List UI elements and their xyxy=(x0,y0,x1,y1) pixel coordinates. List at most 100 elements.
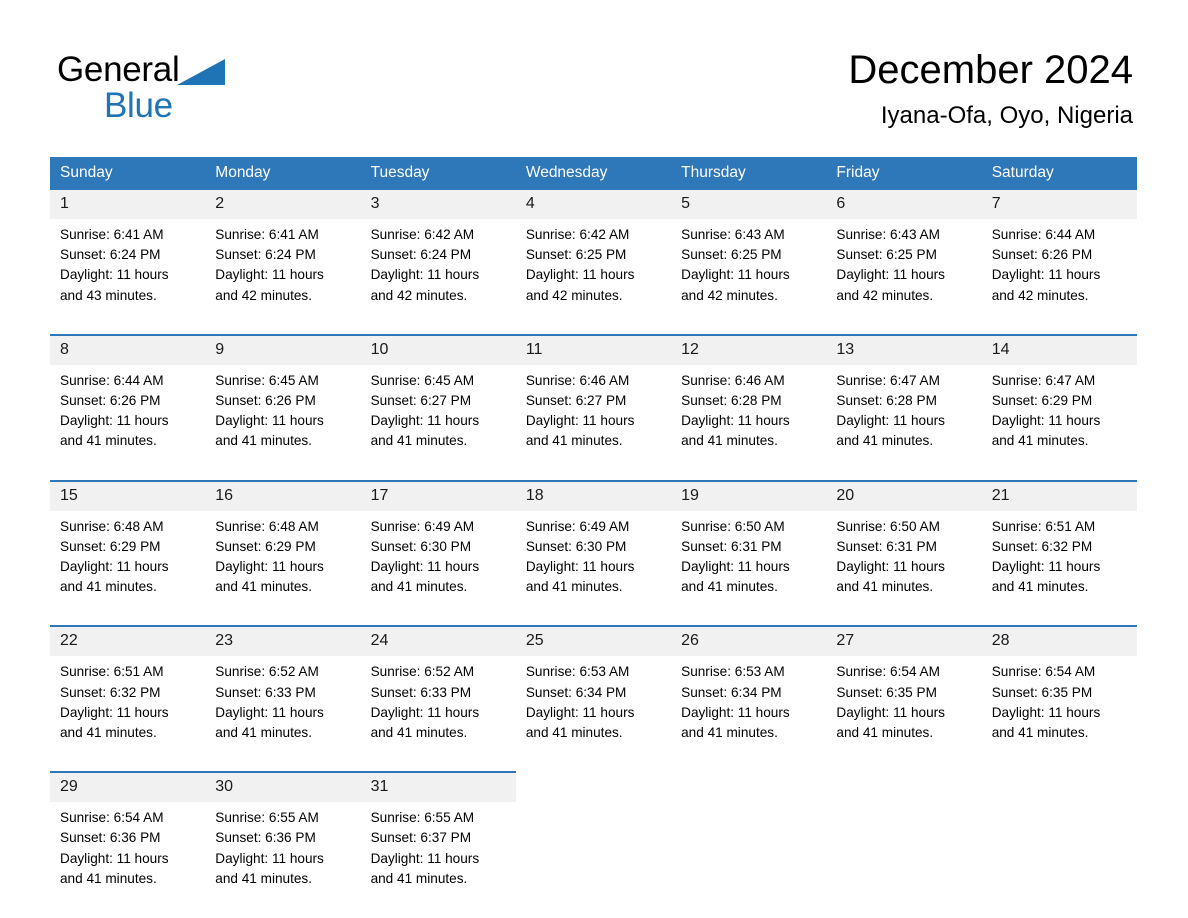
week-3-details: Sunrise: 6:48 AM Sunset: 6:29 PM Dayligh… xyxy=(50,510,1137,614)
sunrise-text: Sunrise: 6:46 AM xyxy=(525,372,630,388)
day-cell[interactable]: Sunrise: 6:53 AM Sunset: 6:34 PM Dayligh… xyxy=(515,656,672,760)
day-cell[interactable]: Sunrise: 6:52 AM Sunset: 6:33 PM Dayligh… xyxy=(205,656,361,760)
day-cell[interactable]: Sunrise: 6:42 AM Sunset: 6:25 PM Dayligh… xyxy=(515,219,672,322)
sunset-text: Sunset: 6:25 PM xyxy=(525,247,627,263)
daylight-text-line1: Daylight: 11 hours xyxy=(991,559,1101,575)
logo-triangle-icon xyxy=(177,59,226,85)
day-number[interactable]: 14 xyxy=(981,333,1137,365)
day-number[interactable]: 17 xyxy=(360,479,516,511)
daylight-text-line1: Daylight: 11 hours xyxy=(60,559,169,575)
day-number[interactable]: 19 xyxy=(671,479,827,511)
day-cell[interactable]: Sunrise: 6:49 AM Sunset: 6:30 PM Dayligh… xyxy=(515,510,672,614)
day-number[interactable]: 6 xyxy=(826,190,982,219)
day-number[interactable]: 11 xyxy=(515,333,672,365)
day-cell[interactable]: Sunrise: 6:52 AM Sunset: 6:33 PM Dayligh… xyxy=(360,656,516,760)
day-cell[interactable]: Sunrise: 6:46 AM Sunset: 6:28 PM Dayligh… xyxy=(671,364,827,468)
day-cell-empty xyxy=(981,802,1137,906)
day-number[interactable]: 31 xyxy=(360,771,516,803)
sunset-text: Sunset: 6:36 PM xyxy=(215,830,316,846)
day-cell[interactable]: Sunrise: 6:54 AM Sunset: 6:35 PM Dayligh… xyxy=(826,656,982,760)
day-number[interactable]: 3 xyxy=(360,190,516,219)
sunset-text: Sunset: 6:34 PM xyxy=(525,684,627,700)
day-cell[interactable]: Sunrise: 6:55 AM Sunset: 6:37 PM Dayligh… xyxy=(360,802,516,906)
day-number[interactable]: 16 xyxy=(205,479,361,511)
day-number[interactable]: 12 xyxy=(671,333,827,365)
daylight-text-line2: and 41 minutes. xyxy=(370,579,468,595)
day-number[interactable]: 26 xyxy=(671,625,827,657)
daylight-text-line2: and 42 minutes. xyxy=(681,287,778,303)
daylight-text-line2: and 42 minutes. xyxy=(836,287,934,303)
day-number[interactable]: 22 xyxy=(50,625,206,657)
day-number[interactable]: 23 xyxy=(205,625,361,657)
week-4-details: Sunrise: 6:51 AM Sunset: 6:32 PM Dayligh… xyxy=(50,656,1137,760)
day-cell[interactable]: Sunrise: 6:42 AM Sunset: 6:24 PM Dayligh… xyxy=(360,219,516,322)
day-number[interactable]: 28 xyxy=(981,625,1137,657)
sunset-text: Sunset: 6:29 PM xyxy=(991,393,1093,409)
day-number[interactable]: 21 xyxy=(981,479,1137,511)
week-spacer xyxy=(50,467,1137,481)
sunrise-text: Sunrise: 6:53 AM xyxy=(525,664,630,680)
daylight-text-line1: Daylight: 11 hours xyxy=(836,413,945,429)
day-cell[interactable]: Sunrise: 6:46 AM Sunset: 6:27 PM Dayligh… xyxy=(515,364,672,468)
day-number[interactable]: 24 xyxy=(360,625,516,657)
week-5-details: Sunrise: 6:54 AM Sunset: 6:36 PM Dayligh… xyxy=(50,802,1137,906)
day-number[interactable]: 15 xyxy=(50,479,206,511)
sunrise-text: Sunrise: 6:45 AM xyxy=(215,372,319,388)
day-cell[interactable]: Sunrise: 6:50 AM Sunset: 6:31 PM Dayligh… xyxy=(826,510,982,614)
daylight-text-line1: Daylight: 11 hours xyxy=(215,704,324,720)
daylight-text-line2: and 41 minutes. xyxy=(681,725,778,741)
logo-top-row: General xyxy=(57,50,357,90)
day-number[interactable]: 25 xyxy=(515,625,672,657)
day-cell[interactable]: Sunrise: 6:47 AM Sunset: 6:28 PM Dayligh… xyxy=(826,364,982,468)
day-number[interactable]: 27 xyxy=(826,625,982,657)
sunrise-text: Sunrise: 6:44 AM xyxy=(991,227,1096,242)
day-cell[interactable]: Sunrise: 6:41 AM Sunset: 6:24 PM Dayligh… xyxy=(50,219,206,322)
day-cell[interactable]: Sunrise: 6:43 AM Sunset: 6:25 PM Dayligh… xyxy=(671,219,827,322)
day-cell[interactable]: Sunrise: 6:44 AM Sunset: 6:26 PM Dayligh… xyxy=(981,219,1137,322)
daylight-text-line2: and 41 minutes. xyxy=(681,433,778,449)
day-cell[interactable]: Sunrise: 6:47 AM Sunset: 6:29 PM Dayligh… xyxy=(981,364,1137,468)
day-number[interactable]: 13 xyxy=(826,333,982,365)
daylight-text-line1: Daylight: 11 hours xyxy=(991,413,1101,429)
day-number[interactable]: 30 xyxy=(205,771,361,803)
day-number[interactable]: 20 xyxy=(826,479,982,511)
day-cell[interactable]: Sunrise: 6:50 AM Sunset: 6:31 PM Dayligh… xyxy=(671,510,827,614)
day-cell[interactable]: Sunrise: 6:54 AM Sunset: 6:36 PM Dayligh… xyxy=(50,802,206,906)
day-number[interactable]: 18 xyxy=(515,479,672,511)
day-cell[interactable]: Sunrise: 6:45 AM Sunset: 6:27 PM Dayligh… xyxy=(360,364,516,468)
day-number[interactable]: 10 xyxy=(360,333,516,365)
day-cell[interactable]: Sunrise: 6:48 AM Sunset: 6:29 PM Dayligh… xyxy=(50,510,206,614)
day-cell[interactable]: Sunrise: 6:49 AM Sunset: 6:30 PM Dayligh… xyxy=(360,510,516,614)
day-number[interactable]: 4 xyxy=(515,190,672,219)
daylight-text-line2: and 41 minutes. xyxy=(991,725,1089,741)
sunrise-text: Sunrise: 6:54 AM xyxy=(836,664,940,680)
general-blue-logo[interactable]: General Blue xyxy=(57,50,357,130)
day-cell[interactable]: Sunrise: 6:45 AM Sunset: 6:26 PM Dayligh… xyxy=(205,364,361,468)
day-number[interactable]: 7 xyxy=(981,190,1137,219)
day-cell[interactable]: Sunrise: 6:51 AM Sunset: 6:32 PM Dayligh… xyxy=(50,656,206,760)
week-spacer xyxy=(50,759,1137,773)
daylight-text-line1: Daylight: 11 hours xyxy=(370,413,480,429)
day-cell[interactable]: Sunrise: 6:41 AM Sunset: 6:24 PM Dayligh… xyxy=(205,219,361,322)
day-number[interactable]: 5 xyxy=(671,190,827,219)
sunrise-text: Sunrise: 6:42 AM xyxy=(525,227,630,242)
day-number[interactable]: 1 xyxy=(50,190,206,219)
day-cell[interactable]: Sunrise: 6:48 AM Sunset: 6:29 PM Dayligh… xyxy=(205,510,361,614)
daylight-text-line2: and 41 minutes. xyxy=(60,725,157,741)
day-cell[interactable]: Sunrise: 6:54 AM Sunset: 6:35 PM Dayligh… xyxy=(981,656,1137,760)
day-number[interactable]: 8 xyxy=(50,333,206,365)
day-number[interactable]: 2 xyxy=(205,190,361,219)
day-cell[interactable]: Sunrise: 6:44 AM Sunset: 6:26 PM Dayligh… xyxy=(50,364,206,468)
day-number[interactable]: 9 xyxy=(205,333,361,365)
day-cell[interactable]: Sunrise: 6:43 AM Sunset: 6:25 PM Dayligh… xyxy=(826,219,982,322)
day-cell[interactable]: Sunrise: 6:55 AM Sunset: 6:36 PM Dayligh… xyxy=(205,802,361,906)
daylight-text-line2: and 41 minutes. xyxy=(60,433,157,449)
sunrise-text: Sunrise: 6:50 AM xyxy=(681,518,785,534)
day-cell[interactable]: Sunrise: 6:51 AM Sunset: 6:32 PM Dayligh… xyxy=(981,510,1137,614)
sunrise-text: Sunrise: 6:45 AM xyxy=(370,372,475,388)
daylight-text-line1: Daylight: 11 hours xyxy=(836,704,945,720)
daylight-text-line2: and 41 minutes. xyxy=(525,433,623,449)
day-cell[interactable]: Sunrise: 6:53 AM Sunset: 6:34 PM Dayligh… xyxy=(671,656,827,760)
day-number[interactable]: 29 xyxy=(50,771,206,803)
sunrise-text: Sunrise: 6:47 AM xyxy=(836,372,940,388)
